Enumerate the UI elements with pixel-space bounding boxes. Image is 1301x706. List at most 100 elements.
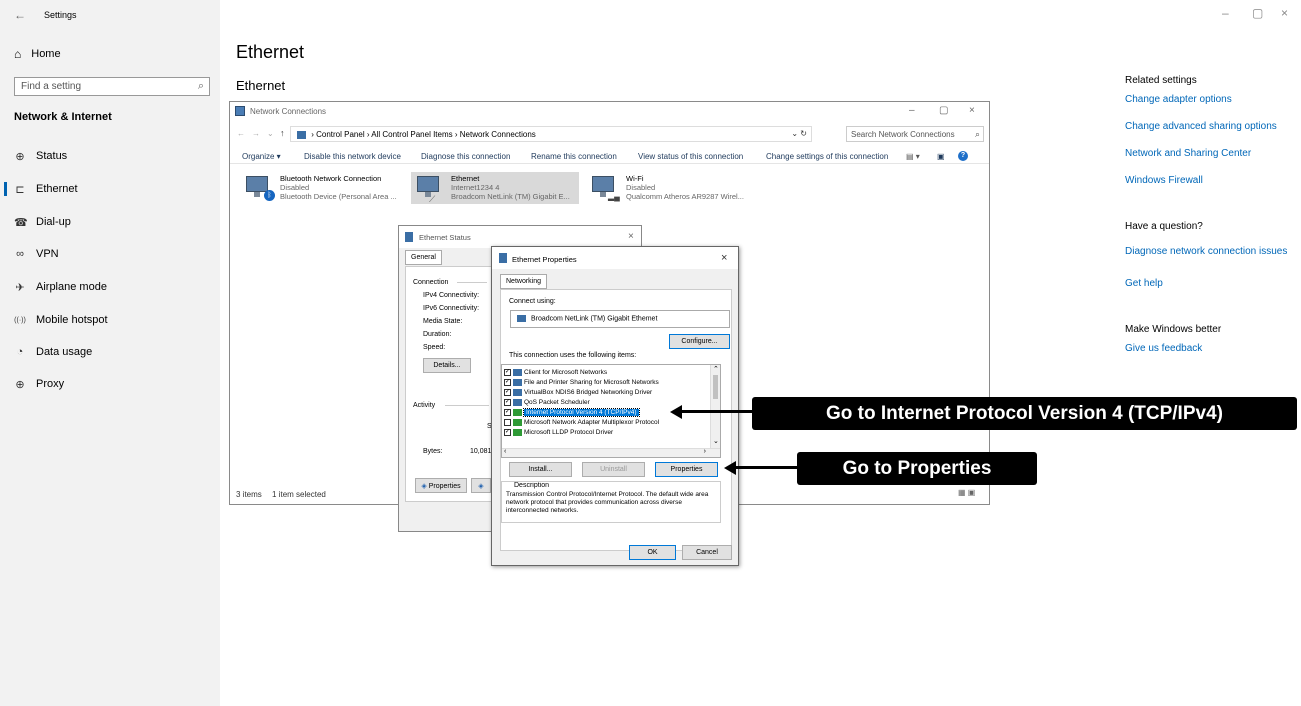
shield-icon: ◈ <box>421 483 427 490</box>
help-icon[interactable]: ? <box>958 151 968 161</box>
ethernet-properties-dialog: Ethernet Properties × Networking Connect… <box>491 246 739 566</box>
sidebar-item-ethernet[interactable]: ⊏ Ethernet <box>4 180 214 198</box>
list-item-ipv4[interactable]: ✓ Internet Protocol Version 4 (TCP/IPv4) <box>504 408 640 417</box>
rename-connection-button[interactable]: Rename this connection <box>531 152 617 161</box>
adapter-ethernet[interactable]: ⟋ Ethernet Internet1234 4 Broadcom NetLi… <box>411 172 579 204</box>
tab-networking[interactable]: Networking <box>500 274 548 289</box>
scroll-left-icon[interactable]: ‹ <box>504 448 506 455</box>
search-setting-input[interactable]: Find a setting ⌕ <box>14 77 210 96</box>
adapter-bluetooth[interactable]: ᛒ Bluetooth Network Connection Disabled … <box>240 172 401 204</box>
adapter-device: Bluetooth Device (Personal Area ... <box>280 192 397 201</box>
list-item[interactable]: ✓ File and Printer Sharing for Microsoft… <box>504 378 659 387</box>
section-heading: Network & Internet <box>14 111 112 123</box>
items-vertical-scrollbar[interactable]: ⌃ ⌄ <box>710 365 720 449</box>
netwin-minimize-icon[interactable]: – <box>909 105 915 116</box>
scroll-down-icon[interactable]: ⌄ <box>713 437 719 445</box>
windows-firewall-link[interactable]: Windows Firewall <box>1125 174 1295 187</box>
sidebar-item-dialup[interactable]: ☎ Dial-up <box>14 213 214 231</box>
checkbox-checked[interactable]: ✓ <box>504 399 511 406</box>
disable-button[interactable]: ◈ <box>471 478 491 493</box>
nav-recent-icon[interactable]: ⌄ <box>267 129 274 138</box>
list-item[interactable]: ✓ VirtualBox NDIS6 Bridged Networking Dr… <box>504 388 652 397</box>
address-bar-row: ← → ⌄ ↑ › Control Panel › All Control Pa… <box>230 124 991 144</box>
organize-menu[interactable]: Organize ▾ <box>242 152 281 161</box>
item-label: QoS Packet Scheduler <box>524 399 590 406</box>
netwin-close-icon[interactable]: × <box>969 105 975 116</box>
scroll-up-icon[interactable]: ⌃ <box>713 365 719 373</box>
maximize-window-icon[interactable]: ▢ <box>1252 6 1263 20</box>
details-button[interactable]: Details... <box>423 358 471 373</box>
sidebar-item-label: Data usage <box>36 346 93 358</box>
address-breadcrumb[interactable]: › Control Panel › All Control Panel Item… <box>290 126 812 142</box>
sidebar-item-status[interactable]: ⊕ Status <box>14 147 214 165</box>
checkbox-checked[interactable]: ✓ <box>504 369 511 376</box>
items-horizontal-scrollbar[interactable]: ‹ › <box>502 448 720 457</box>
search-network-placeholder: Search Network Connections <box>851 130 955 139</box>
airplane-icon: ✈ <box>15 281 25 294</box>
adapter-status: Disabled <box>626 183 656 192</box>
nav-home[interactable]: ⌂ Home <box>14 45 61 63</box>
cancel-button[interactable]: Cancel <box>682 545 732 560</box>
status-properties-button[interactable]: ◈ Properties <box>415 478 467 493</box>
section-title: Ethernet <box>236 78 286 93</box>
adapter-name: Bluetooth Network Connection <box>280 174 382 183</box>
give-feedback-link[interactable]: Give us feedback <box>1125 342 1295 355</box>
network-connections-icon <box>235 106 245 116</box>
sidebar-item-data-usage[interactable]: ◔ Data usage <box>14 343 214 361</box>
nav-back-icon[interactable]: ← <box>237 129 245 138</box>
change-adapter-options-link[interactable]: Change adapter options <box>1125 93 1295 106</box>
diagnose-connection-link[interactable]: Diagnose network connection issues <box>1125 245 1295 258</box>
list-item[interactable]: ✓ QoS Packet Scheduler <box>504 398 590 407</box>
list-item[interactable]: Microsoft Network Adapter Multiplexor Pr… <box>504 418 659 427</box>
ethernet-adapter-icon: ⟋ <box>415 174 445 204</box>
disable-device-button[interactable]: Disable this network device <box>304 152 401 161</box>
view-options-icon[interactable]: ▤ ▾ <box>906 152 920 161</box>
preview-pane-icon[interactable]: ▣ <box>937 152 945 161</box>
search-icon: ⌕ <box>974 129 980 139</box>
checkbox-unchecked[interactable] <box>504 419 511 426</box>
netwin-maximize-icon[interactable]: ▢ <box>939 105 948 116</box>
nav-forward-icon[interactable]: → <box>252 129 260 138</box>
view-status-button[interactable]: View status of this connection <box>638 152 743 161</box>
close-window-icon[interactable]: × <box>1281 6 1288 20</box>
get-help-link[interactable]: Get help <box>1125 277 1295 290</box>
configure-button[interactable]: Configure... <box>669 334 730 349</box>
network-connections-title: Network Connections <box>250 107 327 116</box>
sidebar-item-label: Proxy <box>36 378 65 390</box>
checkbox-checked[interactable]: ✓ <box>504 379 511 386</box>
back-arrow-icon[interactable]: ← <box>14 8 26 22</box>
sidebar-item-mobile-hotspot[interactable]: ((·)) Mobile hotspot <box>14 311 214 329</box>
ethernet-status-close-icon[interactable]: × <box>628 231 634 242</box>
properties-button[interactable]: Properties <box>655 462 718 477</box>
search-network-connections-input[interactable]: Search Network Connections ⌕ <box>846 126 984 142</box>
sidebar-item-label: VPN <box>36 248 59 260</box>
adapter-status: Disabled <box>280 183 310 192</box>
checkbox-checked[interactable]: ✓ <box>504 389 511 396</box>
list-item[interactable]: ✓ Microsoft LLDP Protocol Driver <box>504 428 613 437</box>
checkbox-checked[interactable]: ✓ <box>504 409 511 416</box>
sidebar-item-proxy[interactable]: ⊕ Proxy <box>14 375 214 393</box>
ok-button[interactable]: OK <box>629 545 676 560</box>
sidebar-item-label: Airplane mode <box>36 281 107 293</box>
scroll-right-icon[interactable]: › <box>704 448 706 455</box>
hotspot-icon: ((·)) <box>14 316 26 324</box>
sidebar-item-airplane-mode[interactable]: ✈ Airplane mode <box>14 278 214 296</box>
adapter-wifi[interactable]: ▂▄ Wi-Fi Disabled Qualcomm Atheros AR928… <box>586 172 748 204</box>
details-view-icon[interactable]: ▦ ▣ <box>958 488 975 497</box>
sidebar-item-vpn[interactable]: ∞ VPN <box>14 245 214 263</box>
tab-general[interactable]: General <box>405 250 442 265</box>
search-icon[interactable]: ⌕ <box>198 80 204 93</box>
change-advanced-sharing-link[interactable]: Change advanced sharing options <box>1125 120 1295 133</box>
list-item[interactable]: ✓ Client for Microsoft Networks <box>504 368 607 377</box>
network-sharing-center-link[interactable]: Network and Sharing Center <box>1125 147 1295 160</box>
install-button[interactable]: Install... <box>509 462 572 477</box>
ethernet-properties-close-icon[interactable]: × <box>721 252 727 264</box>
diagnose-connection-button[interactable]: Diagnose this connection <box>421 152 510 161</box>
minimize-window-icon[interactable]: – <box>1222 6 1229 20</box>
callout-properties: Go to Properties <box>797 452 1037 485</box>
refresh-icon[interactable]: ⌄ ↻ <box>791 129 807 138</box>
nav-up-icon[interactable]: ↑ <box>280 128 285 138</box>
scroll-thumb[interactable] <box>713 375 718 399</box>
checkbox-checked[interactable]: ✓ <box>504 429 511 436</box>
change-settings-button[interactable]: Change settings of this connection <box>766 152 888 161</box>
